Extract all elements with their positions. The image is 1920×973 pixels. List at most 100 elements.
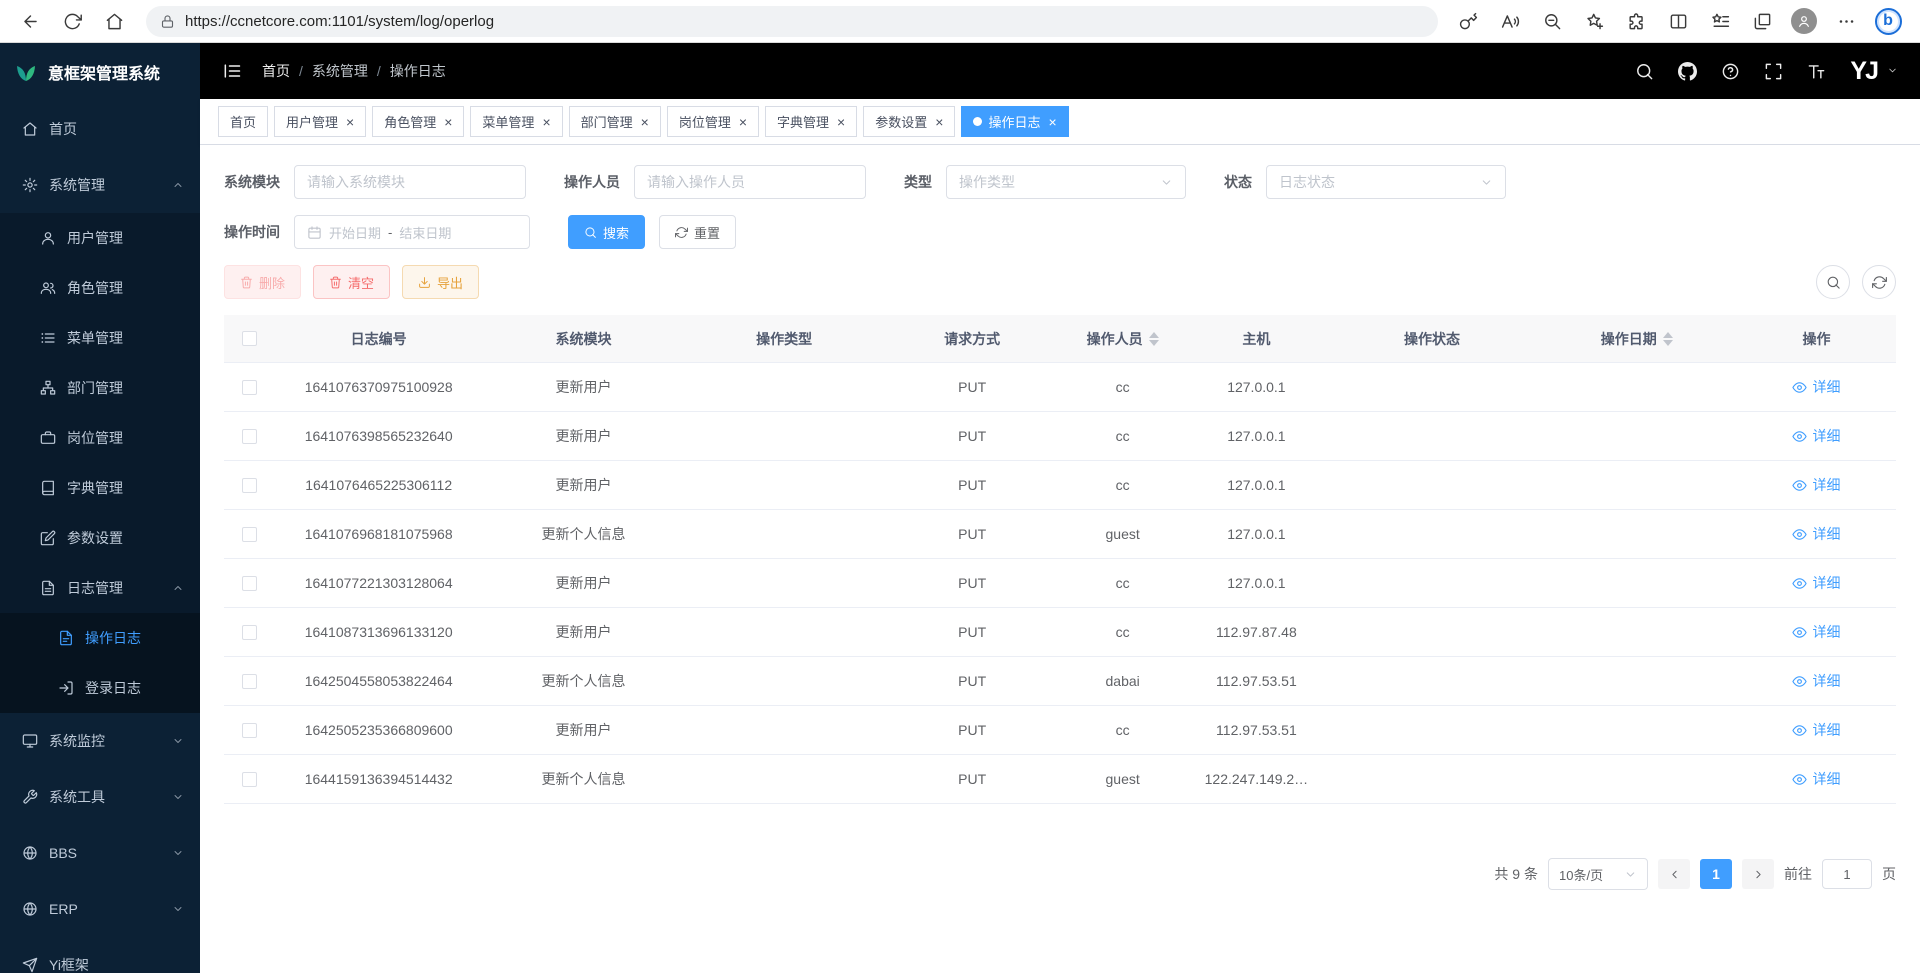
module-filter-label: 系统模块 [224, 172, 280, 192]
status-select[interactable]: 日志状态 [1266, 165, 1506, 199]
next-page-button[interactable] [1742, 859, 1774, 889]
tab-close-icon[interactable]: × [739, 115, 747, 129]
module-input[interactable] [307, 174, 513, 190]
sidebar-item[interactable]: 首页 [0, 101, 200, 157]
export-button[interactable]: 导出 [402, 265, 479, 299]
browser-back-button[interactable] [10, 4, 50, 38]
sidebar-item[interactable]: Yi框架 [0, 937, 200, 973]
sidebar-item[interactable]: 日志管理 [0, 563, 200, 613]
row-checkbox[interactable] [242, 380, 257, 395]
sidebar-item[interactable]: 部门管理 [0, 363, 200, 413]
breadcrumb-home[interactable]: 首页 [262, 61, 290, 81]
browser-refresh-button[interactable] [52, 4, 92, 38]
sort-carets-icon[interactable] [1149, 332, 1159, 346]
tab[interactable]: 部门管理 × [569, 106, 661, 137]
clear-button[interactable]: 清空 [313, 265, 390, 299]
row-checkbox[interactable] [242, 625, 257, 640]
column-header-operator[interactable]: 操作人员 [1060, 329, 1185, 349]
type-select[interactable]: 操作类型 [946, 165, 1186, 199]
add-favorite-icon[interactable] [1576, 4, 1612, 38]
tab[interactable]: 参数设置 × [863, 106, 955, 137]
sidebar-item[interactable]: BBS [0, 825, 200, 881]
detail-link[interactable]: 详细 [1792, 720, 1840, 740]
sidebar-item[interactable]: 用户管理 [0, 213, 200, 263]
user-menu-caret-icon[interactable] [1887, 65, 1898, 76]
tab-close-icon[interactable]: × [444, 115, 452, 129]
sidebar-toggle-icon[interactable] [222, 61, 242, 81]
tab-close-icon[interactable]: × [346, 115, 354, 129]
help-icon[interactable] [1721, 62, 1740, 81]
favorites-icon[interactable] [1702, 4, 1738, 38]
search-icon[interactable] [1635, 62, 1654, 81]
tab-close-icon[interactable]: × [542, 115, 550, 129]
tab[interactable]: 操作日志 × [961, 106, 1068, 137]
prev-page-button[interactable] [1658, 859, 1690, 889]
refresh-table-button[interactable] [1862, 265, 1896, 299]
column-header-date[interactable]: 操作日期 [1536, 329, 1737, 349]
sidebar-item[interactable]: 登录日志 [0, 663, 200, 713]
split-screen-icon[interactable] [1660, 4, 1696, 38]
browser-home-button[interactable] [94, 4, 134, 38]
sidebar-item[interactable]: 角色管理 [0, 263, 200, 313]
page-size-select[interactable]: 10条/页 [1548, 858, 1648, 890]
detail-link[interactable]: 详细 [1792, 622, 1840, 642]
delete-button[interactable]: 删除 [224, 265, 301, 299]
goto-page-input[interactable] [1822, 859, 1872, 889]
operator-input[interactable] [647, 174, 853, 190]
address-bar[interactable]: https://ccnetcore.com:1101/system/log/op… [146, 6, 1438, 37]
date-range-picker[interactable]: 开始日期 - 结束日期 [294, 215, 530, 249]
row-checkbox[interactable] [242, 478, 257, 493]
sidebar-item[interactable]: 系统监控 [0, 713, 200, 769]
site-info-lock-icon[interactable] [160, 14, 175, 29]
detail-link[interactable]: 详细 [1792, 671, 1840, 691]
tab-close-icon[interactable]: × [641, 115, 649, 129]
github-icon[interactable] [1678, 62, 1697, 81]
fullscreen-icon[interactable] [1764, 62, 1783, 81]
detail-link[interactable]: 详细 [1792, 377, 1840, 397]
tab[interactable]: 岗位管理 × [667, 106, 759, 137]
zoom-out-icon[interactable] [1534, 4, 1570, 38]
show-search-toggle-button[interactable] [1816, 265, 1850, 299]
user-avatar-logo[interactable]: YJ [1850, 59, 1877, 84]
sidebar-item[interactable]: 系统管理 [0, 157, 200, 213]
select-all-checkbox[interactable] [242, 331, 257, 346]
row-checkbox[interactable] [242, 527, 257, 542]
read-aloud-icon[interactable] [1492, 4, 1528, 38]
sidebar-item[interactable]: ERP [0, 881, 200, 937]
tab[interactable]: 字典管理 × [765, 106, 857, 137]
tab[interactable]: 角色管理 × [372, 106, 464, 137]
extensions-icon[interactable] [1618, 4, 1654, 38]
tab[interactable]: 用户管理 × [274, 106, 366, 137]
row-checkbox[interactable] [242, 772, 257, 787]
collections-icon[interactable] [1744, 4, 1780, 38]
detail-link[interactable]: 详细 [1792, 573, 1840, 593]
tab[interactable]: 菜单管理 × [470, 106, 562, 137]
tab[interactable]: 首页 × [218, 106, 268, 137]
browser-profile-avatar[interactable] [1786, 4, 1822, 38]
sidebar-item[interactable]: 字典管理 [0, 463, 200, 513]
search-button[interactable]: 搜索 [568, 215, 645, 249]
sidebar-item[interactable]: 参数设置 [0, 513, 200, 563]
font-size-icon[interactable] [1807, 62, 1826, 81]
browser-menu-icon[interactable] [1828, 4, 1864, 38]
tab-close-icon[interactable]: × [837, 115, 845, 129]
row-checkbox[interactable] [242, 674, 257, 689]
tab-close-icon[interactable]: × [1048, 115, 1056, 129]
sort-carets-icon[interactable] [1663, 332, 1673, 346]
row-checkbox[interactable] [242, 429, 257, 444]
sidebar-item[interactable]: 操作日志 [0, 613, 200, 663]
reset-button[interactable]: 重置 [659, 215, 736, 249]
row-checkbox[interactable] [242, 576, 257, 591]
sidebar-item[interactable]: 系统工具 [0, 769, 200, 825]
detail-link[interactable]: 详细 [1792, 524, 1840, 544]
detail-link[interactable]: 详细 [1792, 769, 1840, 789]
bing-chat-icon[interactable]: b [1870, 4, 1906, 38]
sidebar-item[interactable]: 岗位管理 [0, 413, 200, 463]
password-key-icon[interactable] [1450, 4, 1486, 38]
detail-link[interactable]: 详细 [1792, 426, 1840, 446]
current-page-button[interactable]: 1 [1700, 859, 1732, 889]
sidebar-item[interactable]: 菜单管理 [0, 313, 200, 363]
row-checkbox[interactable] [242, 723, 257, 738]
detail-link[interactable]: 详细 [1792, 475, 1840, 495]
tab-close-icon[interactable]: × [935, 115, 943, 129]
